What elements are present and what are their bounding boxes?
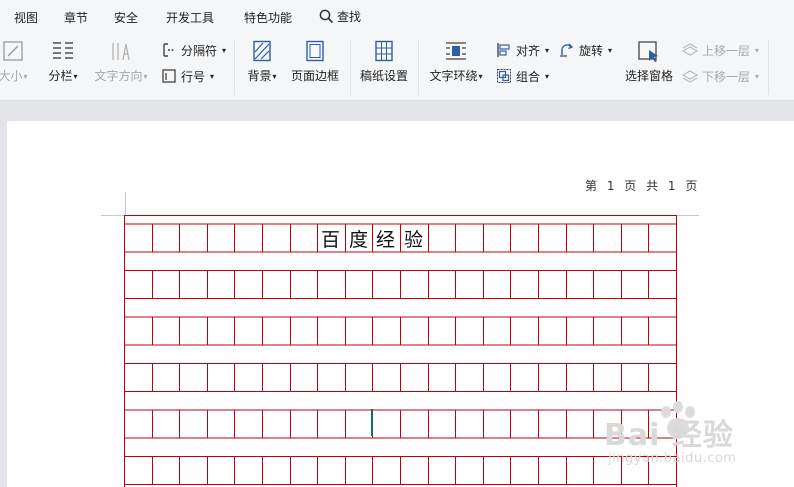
separator-icon [163, 43, 175, 57]
menu-security[interactable]: 安全 [114, 9, 138, 26]
title-char: 经 [375, 229, 395, 251]
text-direction-icon [112, 43, 130, 61]
menu-search[interactable]: 查找 [319, 8, 361, 25]
ribbon-divider [234, 40, 235, 95]
search-icon [319, 9, 334, 24]
line-number-icon [162, 69, 176, 83]
columns-label: 分栏 [48, 69, 73, 83]
title-char: 百 [320, 229, 340, 251]
selection-pane-icon [638, 41, 658, 62]
group-button[interactable]: 组合 ▾ [496, 66, 549, 86]
page-border-icon [306, 40, 324, 62]
align-icon [497, 43, 510, 57]
background-icon [253, 40, 271, 62]
paper-size-icon [3, 41, 23, 61]
send-backward-icon [682, 70, 698, 83]
menu-features[interactable]: 特色功能 [244, 9, 292, 26]
ribbon-divider [350, 40, 351, 95]
watermark-url: jingyan.baidu.com [608, 451, 737, 466]
text-wrap-label: 文字环绕 [429, 69, 478, 83]
text-direction-label: 文字方向 [94, 69, 143, 83]
background-button[interactable]: 背景▾ [244, 40, 280, 84]
separator-label: 分隔符 [181, 43, 218, 58]
rotate-icon [560, 43, 574, 57]
text-cursor [371, 409, 373, 436]
selection-pane-button[interactable]: 选择窗格 [623, 40, 675, 84]
manuscript-settings-label: 稿纸设置 [359, 69, 408, 83]
title-char: 验 [403, 229, 423, 251]
align-button[interactable]: 对齐 ▾ [496, 40, 549, 60]
separator-button[interactable]: 分隔符 ▾ [161, 40, 226, 60]
margin-mark [125, 192, 126, 216]
ribbon-divider [418, 40, 419, 95]
bring-forward-icon [682, 43, 698, 56]
selection-pane-label: 选择窗格 [624, 69, 673, 83]
align-label: 对齐 [516, 43, 541, 58]
baidu-watermark: Bai 经验 jingyan.baidu.com [598, 400, 788, 470]
paper-size-button[interactable]: 大小▾ [0, 40, 38, 84]
line-number-label: 行号 [181, 69, 206, 84]
group-icon [497, 69, 511, 83]
manuscript-grid[interactable] [124, 215, 677, 487]
line-number-button[interactable]: 行号 ▾ [161, 66, 214, 86]
group-label: 组合 [516, 69, 541, 84]
menu-devtools[interactable]: 开发工具 [166, 9, 214, 26]
page-border-button[interactable]: 页面边框 [289, 40, 341, 84]
ribbon-divider [768, 40, 769, 95]
bring-forward-label: 上移一层 [702, 43, 751, 58]
columns-button[interactable]: 分栏▾ [46, 40, 80, 84]
rotate-button[interactable]: 旋转 ▾ [559, 40, 612, 60]
search-label: 查找 [337, 10, 362, 24]
menu-bar: 视图 章节 安全 开发工具 特色功能 查找 [0, 0, 794, 34]
send-backward-label: 下移一层 [702, 69, 751, 84]
text-direction-button[interactable]: 文字方向▾ [92, 40, 150, 84]
watermark-logo: Bai 经验 [604, 418, 734, 453]
page-border-label: 页面边框 [290, 69, 339, 83]
title-char: 度 [348, 229, 368, 251]
menu-chapter[interactable]: 章节 [64, 9, 88, 26]
manuscript-settings-button[interactable]: 稿纸设置 [358, 40, 410, 84]
page-header-text: 第 1 页 共 1 页 [585, 179, 701, 193]
text-wrap-icon [446, 42, 466, 60]
manuscript-grid-icon [375, 40, 393, 62]
paper-size-label: 大小 [0, 69, 23, 83]
text-wrap-button[interactable]: 文字环绕▾ [427, 40, 485, 84]
background-label: 背景 [247, 69, 272, 83]
rotate-label: 旋转 [579, 43, 604, 58]
columns-icon [53, 42, 73, 59]
bring-forward-button[interactable]: 上移一层 ▾ [682, 40, 759, 60]
send-backward-button[interactable]: 下移一层 ▾ [682, 66, 759, 86]
menu-view[interactable]: 视图 [14, 9, 38, 26]
